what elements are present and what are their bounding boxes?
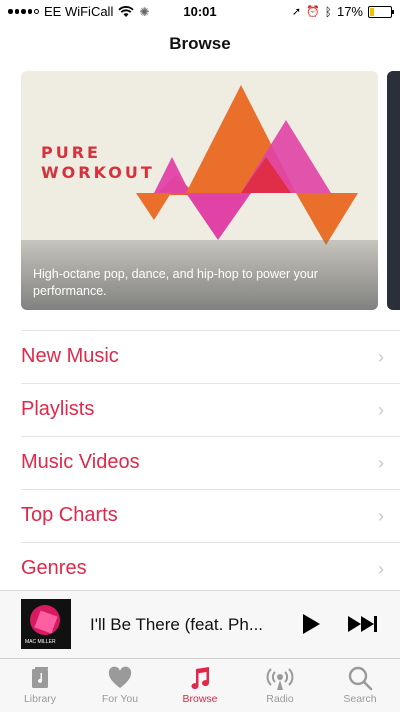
play-icon[interactable] xyxy=(300,613,322,635)
page-title: Browse xyxy=(169,34,231,53)
browse-menu: New Music › Playlists › Music Videos › T… xyxy=(21,330,400,595)
library-icon xyxy=(32,667,48,688)
chevron-right-icon: › xyxy=(378,400,384,420)
alarm-icon: ⏰ xyxy=(306,6,320,18)
menu-item-label: Playlists xyxy=(21,398,95,420)
music-note-icon xyxy=(191,667,210,690)
tab-search[interactable]: Search xyxy=(320,665,400,705)
menu-item-label: Genres xyxy=(21,557,87,579)
search-icon xyxy=(348,666,373,691)
radio-icon xyxy=(266,668,294,690)
next-featured-card-peek[interactable] xyxy=(387,71,400,310)
heart-icon xyxy=(108,666,132,688)
menu-item-playlists[interactable]: Playlists › xyxy=(21,383,400,436)
status-bar: EE WiFiCall ✺ 10:01 ➚ ⏰ ᛒ 17% xyxy=(0,0,400,22)
menu-item-label: Top Charts xyxy=(21,504,118,526)
tab-for-you[interactable]: For You xyxy=(80,665,160,705)
playlist-artwork xyxy=(136,85,358,245)
status-icons: ➚ ⏰ ᛒ 17% xyxy=(291,4,394,19)
menu-item-label: New Music xyxy=(21,345,119,367)
menu-item-top-charts[interactable]: Top Charts › xyxy=(21,489,400,542)
menu-item-music-videos[interactable]: Music Videos › xyxy=(21,436,400,489)
menu-item-label: Music Videos xyxy=(21,451,140,473)
chevron-right-icon: › xyxy=(378,506,384,526)
chevron-right-icon: › xyxy=(378,347,384,367)
bluetooth-icon: ᛒ xyxy=(324,4,332,19)
featured-description: High-octane pop, dance, and hip-hop to p… xyxy=(33,267,318,298)
location-icon: ➚ xyxy=(291,6,302,18)
featured-playlist-card[interactable]: PURE WORKOUT High-octane pop, dance, and… xyxy=(21,71,378,310)
chevron-right-icon: › xyxy=(378,453,384,473)
battery-icon xyxy=(368,5,394,18)
now-playing-title: I'll Be There (feat. Ph... xyxy=(90,615,264,634)
tab-radio[interactable]: Radio xyxy=(240,665,320,705)
menu-item-new-music[interactable]: New Music › xyxy=(21,330,400,383)
fast-forward-icon[interactable] xyxy=(346,613,378,635)
mini-player[interactable]: MAC MILLER I'll Be There (feat. Ph... xyxy=(0,590,400,659)
album-artwork: MAC MILLER xyxy=(21,599,71,649)
battery-percent: 17% xyxy=(336,4,363,19)
tab-library[interactable]: Library xyxy=(0,665,80,705)
menu-item-genres[interactable]: Genres › xyxy=(21,542,400,595)
tab-bar: Library For You Browse Radio Search xyxy=(0,658,400,712)
chevron-right-icon: › xyxy=(378,559,384,579)
tab-browse[interactable]: Browse xyxy=(160,665,240,705)
